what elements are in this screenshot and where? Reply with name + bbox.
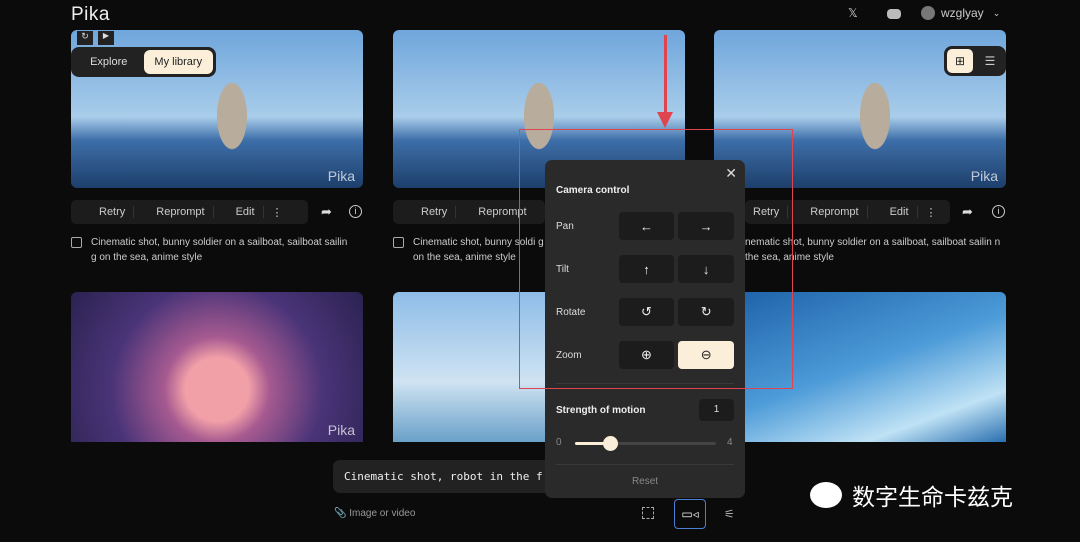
reprompt-button[interactable]: Reprompt [134,206,214,218]
watermark-text: 数字生命卡兹克 [852,484,1013,510]
username: wzglyay [941,6,984,20]
grid-view-icon[interactable]: ⊞ [947,49,973,73]
chevron-down-icon: ⌄ [992,7,1001,18]
video-camera-icon: ▭◃ [681,507,699,521]
view-toggle: ⊞ ☰ [944,46,1006,76]
card-actions: Retry Reprompt Edit ⋮ [71,200,308,224]
list-view-icon[interactable]: ☰ [977,49,1003,73]
settings-sliders-icon[interactable]: ⚟ [724,507,735,521]
edit-button[interactable]: Edit [214,206,264,218]
camera-control-button[interactable]: ▭◃ [674,499,706,529]
annotation-box [519,129,793,389]
strength-slider[interactable] [575,436,716,451]
retry-button[interactable]: Retry [71,206,135,218]
arrow-head [657,112,673,128]
slider-min: 0 [556,437,562,448]
x-icon[interactable]: 𝕏 [848,6,858,20]
slider-handle[interactable] [603,436,619,451]
reset-button[interactable]: Reset [545,476,745,487]
watermark: Pika [970,168,998,184]
watermark: Pika [327,422,355,438]
wechat-icon [810,482,842,508]
paperclip-icon: 📎 [334,508,347,519]
attach-label: Image or video [349,508,416,519]
watermark: Pika [327,168,355,184]
copy-icon[interactable] [71,237,82,248]
copy-icon[interactable] [393,237,404,248]
divider [556,464,734,465]
strength-value-input[interactable]: 1 [699,399,734,421]
info-icon[interactable]: i [992,205,1005,218]
overlay-watermark: 数字生命卡兹克 [810,478,1013,512]
more-icon[interactable]: ⋮ [264,206,291,219]
slider-max: 4 [727,437,733,448]
user-menu[interactable]: wzglyay ⌄ [921,6,1000,20]
video-thumbnail[interactable]: Pika [71,292,363,442]
tab-explore[interactable]: Explore [74,50,144,74]
strength-label: Strength of motion [556,405,646,416]
library-tabs: Explore My library [71,47,216,77]
edit-button[interactable]: Edit [868,206,918,218]
history-icon[interactable]: ↻ [77,31,93,45]
prompt-input[interactable]: Cinematic shot, robot in the f [333,460,573,493]
caption: Cinematic shot, bunny soldier on a sailb… [71,235,351,265]
reprompt-button[interactable]: Reprompt [788,206,868,218]
retry-button[interactable]: Retry [393,206,457,218]
avatar [921,6,935,20]
play-icon[interactable]: ▶ [98,31,114,45]
caption-text: Cinematic shot, bunny soldier on a sailb… [91,237,348,263]
annotation-arrow [664,35,667,115]
share-icon[interactable]: ➦ [962,204,973,220]
attach-button[interactable]: 📎 Image or video [334,508,415,519]
share-icon[interactable]: ➦ [321,204,332,220]
aspect-ratio-icon[interactable] [642,507,654,519]
info-icon[interactable]: i [349,205,362,218]
pika-logo[interactable]: Pika [71,4,110,26]
discord-icon[interactable] [887,9,901,19]
more-icon[interactable]: ⋮ [918,206,945,219]
tab-my-library[interactable]: My library [143,50,213,74]
